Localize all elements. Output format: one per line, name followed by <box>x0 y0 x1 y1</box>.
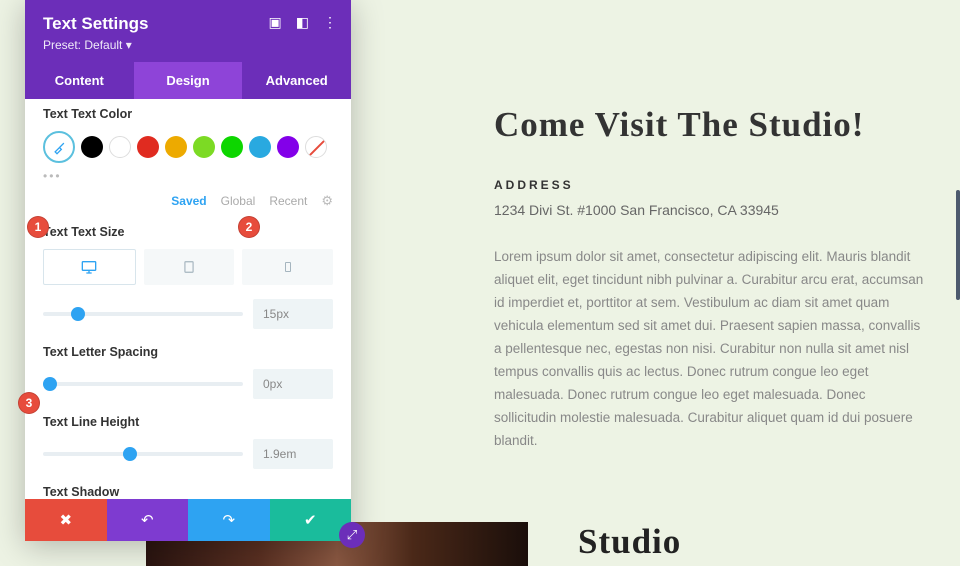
color-row <box>43 131 333 163</box>
line-height-label: Text Line Height <box>43 415 333 429</box>
panel-footer: ✖ ↶ ↷ ✔ <box>25 499 351 541</box>
resize-handle[interactable]: ⤢ <box>339 522 365 548</box>
annotation-1: 1 <box>27 216 49 238</box>
subtab-saved[interactable]: Saved <box>171 194 206 208</box>
text-size-label: Text Text Size <box>43 225 333 239</box>
studio-heading: Studio <box>578 522 681 562</box>
tab-content[interactable]: Content <box>25 62 134 99</box>
preview-content: Come Visit The Studio! ADDRESS 1234 Divi… <box>494 104 924 452</box>
panel-preset[interactable]: Preset: Default ▾ <box>43 38 333 52</box>
color-swatch[interactable] <box>193 136 215 158</box>
cancel-button[interactable]: ✖ <box>25 499 107 541</box>
eyedropper-icon[interactable] <box>43 131 75 163</box>
panel-body: Text Text Color ••• Saved Global Recent … <box>25 99 351 499</box>
panel-header: Text Settings Preset: Default ▾ ▣ ◧ ⋮ <box>25 0 351 62</box>
letter-spacing-value[interactable]: 0px <box>253 369 333 399</box>
page-heading: Come Visit The Studio! <box>494 104 924 146</box>
text-color-label: Text Text Color <box>43 107 333 121</box>
focus-icon[interactable]: ▣ <box>269 14 282 31</box>
subtab-global[interactable]: Global <box>221 194 256 208</box>
letter-spacing-label: Text Letter Spacing <box>43 345 333 359</box>
device-phone[interactable] <box>242 249 333 285</box>
more-icon[interactable]: ⋮ <box>323 14 337 31</box>
device-tablet[interactable] <box>144 249 235 285</box>
columns-icon[interactable]: ◧ <box>296 14 309 31</box>
text-size-value[interactable]: 15px <box>253 299 333 329</box>
device-desktop[interactable] <box>43 249 136 285</box>
color-swatch[interactable] <box>249 136 271 158</box>
letter-spacing-slider[interactable] <box>43 382 243 386</box>
annotation-3: 3 <box>18 392 40 414</box>
line-height-value[interactable]: 1.9em <box>253 439 333 469</box>
subtab-recent[interactable]: Recent <box>269 194 307 208</box>
color-swatch[interactable] <box>165 136 187 158</box>
tabs: Content Design Advanced <box>25 62 351 99</box>
text-size-slider[interactable] <box>43 312 243 316</box>
color-swatch[interactable] <box>277 136 299 158</box>
text-shadow-label: Text Shadow <box>43 485 333 499</box>
tab-advanced[interactable]: Advanced <box>242 62 351 99</box>
more-dots[interactable]: ••• <box>43 169 333 183</box>
address-label: ADDRESS <box>494 178 924 192</box>
gear-icon[interactable]: ⚙ <box>321 193 333 209</box>
body-text: Lorem ipsum dolor sit amet, consectetur … <box>494 246 924 452</box>
text-settings-panel: Text Settings Preset: Default ▾ ▣ ◧ ⋮ Co… <box>25 0 351 541</box>
color-swatch[interactable] <box>81 136 103 158</box>
address-line: 1234 Divi St. #1000 San Francisco, CA 33… <box>494 202 924 218</box>
line-height-slider[interactable] <box>43 452 243 456</box>
tab-design[interactable]: Design <box>134 62 243 99</box>
redo-button[interactable]: ↷ <box>188 499 270 541</box>
undo-button[interactable]: ↶ <box>107 499 189 541</box>
annotation-2: 2 <box>238 216 260 238</box>
scrollbar[interactable] <box>956 190 960 300</box>
color-swatch[interactable] <box>109 136 131 158</box>
color-swatch[interactable] <box>137 136 159 158</box>
color-swatch-none[interactable] <box>305 136 327 158</box>
color-swatch[interactable] <box>221 136 243 158</box>
